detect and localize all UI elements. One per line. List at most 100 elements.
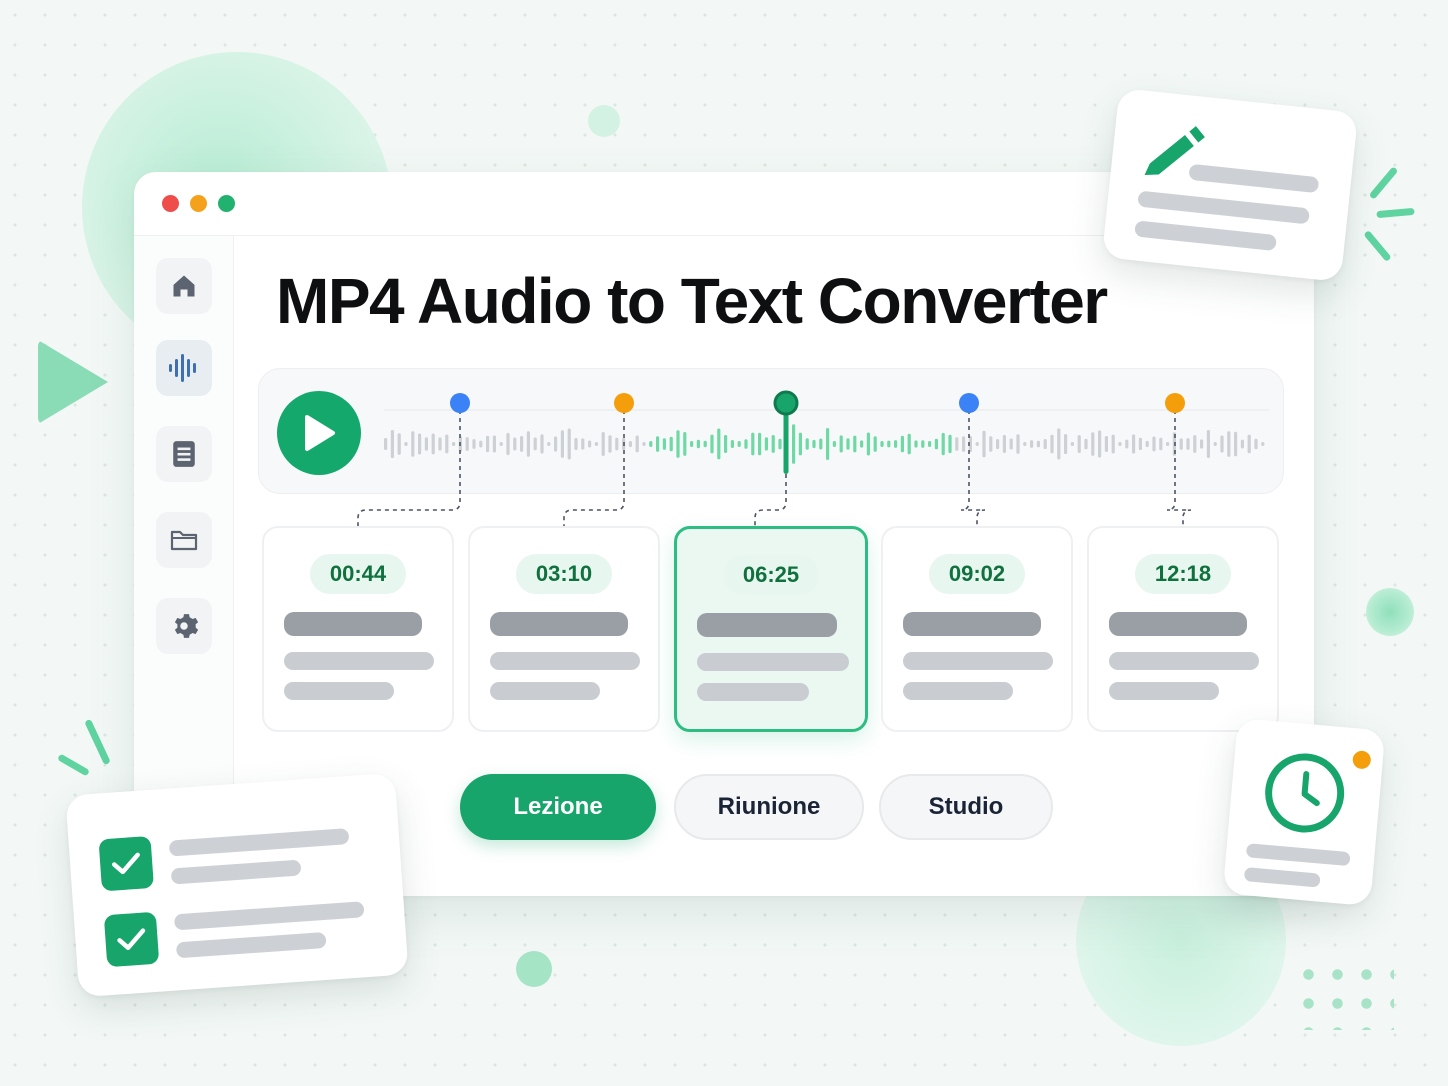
waveform-bar — [900, 435, 904, 453]
decor-play-triangle-icon — [38, 340, 108, 424]
timeline-marker — [959, 393, 979, 413]
waveform-bar — [1118, 442, 1122, 446]
waveform-bar — [948, 434, 952, 454]
waveform-bar — [696, 439, 700, 449]
waveform-bar — [1064, 434, 1068, 455]
checkmark-icon — [112, 852, 140, 875]
segment-card[interactable]: 09:02 — [881, 526, 1073, 732]
decor-spark — [1363, 229, 1392, 263]
waveform-bar — [1220, 435, 1224, 453]
waveform-bar — [506, 432, 510, 456]
waveform-bar — [1240, 439, 1244, 449]
chip-lezione[interactable]: Lezione — [460, 774, 656, 840]
waveform-bar — [472, 439, 476, 449]
waveform-bar — [397, 433, 401, 455]
waveform-bar — [1084, 438, 1088, 450]
waveform-bar — [560, 430, 564, 458]
waveform-bar — [846, 438, 850, 450]
text-placeholder-line — [903, 652, 1053, 670]
waveform-bar — [812, 439, 816, 449]
timeline-marker — [614, 393, 634, 413]
text-placeholder-line — [1109, 612, 1247, 636]
decor-line — [170, 859, 302, 885]
segment-timestamp: 06:25 — [723, 555, 819, 595]
waveform-bar — [1186, 438, 1190, 450]
waveform-bar — [390, 430, 394, 459]
waveform-bar — [1227, 431, 1231, 457]
waveform-bar — [730, 440, 734, 448]
waveform-bar — [1016, 434, 1020, 454]
waveform-bar — [1043, 439, 1047, 450]
chip-riunione[interactable]: Riunione — [674, 774, 864, 840]
waveform-bar — [934, 438, 938, 450]
waveform-bar — [628, 441, 632, 448]
waveform-bar — [669, 436, 673, 452]
text-placeholder-line — [1109, 652, 1259, 670]
waveform-bar — [737, 441, 741, 447]
timeline-marker — [450, 393, 470, 413]
decor-dot-grid — [1294, 960, 1394, 1030]
playhead — [783, 410, 789, 474]
text-placeholder-line — [903, 612, 1041, 636]
waveform-bar — [894, 440, 898, 448]
checkbox-checked — [103, 911, 160, 968]
waveform-bar — [499, 442, 503, 446]
waveform-bar — [384, 438, 388, 450]
waveform-bar — [703, 440, 707, 448]
waveform-bar — [1261, 442, 1265, 446]
waveform-bar — [533, 437, 537, 451]
timeline-marker — [773, 390, 799, 416]
waveform-bar — [1159, 437, 1163, 451]
waveform-bar — [853, 435, 857, 453]
waveform-bar — [826, 428, 830, 460]
waveform-bar — [690, 441, 694, 447]
waveform-bar — [662, 438, 666, 450]
notification-dot — [1352, 750, 1372, 770]
decor-dot — [516, 951, 552, 987]
waveform-bar — [764, 437, 768, 451]
segment-timestamp: 00:44 — [310, 554, 406, 594]
waveform-bar — [642, 442, 646, 446]
chip-studio[interactable]: Studio — [879, 774, 1053, 840]
waveform-bar — [792, 424, 796, 464]
waveform-bar — [941, 432, 945, 456]
segment-card[interactable]: 12:18 — [1087, 526, 1279, 732]
decor-spark — [57, 753, 90, 777]
waveform-bar — [887, 440, 891, 448]
waveform-bar — [880, 441, 884, 447]
waveform-bar — [581, 438, 585, 450]
segment-card[interactable]: 00:44 — [262, 526, 454, 732]
waveform-bar — [594, 442, 598, 446]
timeline-marker — [1165, 393, 1185, 413]
waveform-bar — [717, 428, 721, 460]
waveform-bar — [1206, 430, 1210, 458]
text-placeholder-line — [490, 652, 640, 670]
decor-edit-card — [1101, 87, 1359, 283]
segment-card[interactable]: 06:25 — [674, 526, 868, 732]
waveform-bar — [751, 432, 755, 456]
waveform-bar — [540, 434, 544, 454]
waveform-bar — [1179, 438, 1183, 450]
text-placeholder-line — [490, 612, 628, 636]
waveform-bar — [710, 434, 714, 454]
waveform-bar — [907, 433, 911, 455]
decor-line — [1243, 867, 1321, 888]
checkmark-icon — [117, 928, 146, 950]
waveform-bar — [758, 432, 762, 456]
waveform-bar — [1091, 432, 1095, 456]
decor-spark — [1368, 166, 1399, 200]
text-placeholder-line — [490, 682, 600, 700]
waveform-bar — [1145, 440, 1149, 448]
waveform-bar — [445, 434, 449, 454]
clock-icon — [1265, 753, 1345, 833]
waveform-bar — [520, 436, 524, 452]
segment-card[interactable]: 03:10 — [468, 526, 660, 732]
waveform-bar — [798, 432, 802, 456]
waveform-bar — [1213, 442, 1217, 446]
waveform-bar — [465, 437, 469, 451]
waveform-bar — [724, 435, 728, 453]
decor-line — [1134, 220, 1278, 252]
waveform-bar — [1070, 442, 1074, 446]
checkbox-checked — [98, 835, 154, 892]
waveform-bar — [1098, 430, 1102, 458]
